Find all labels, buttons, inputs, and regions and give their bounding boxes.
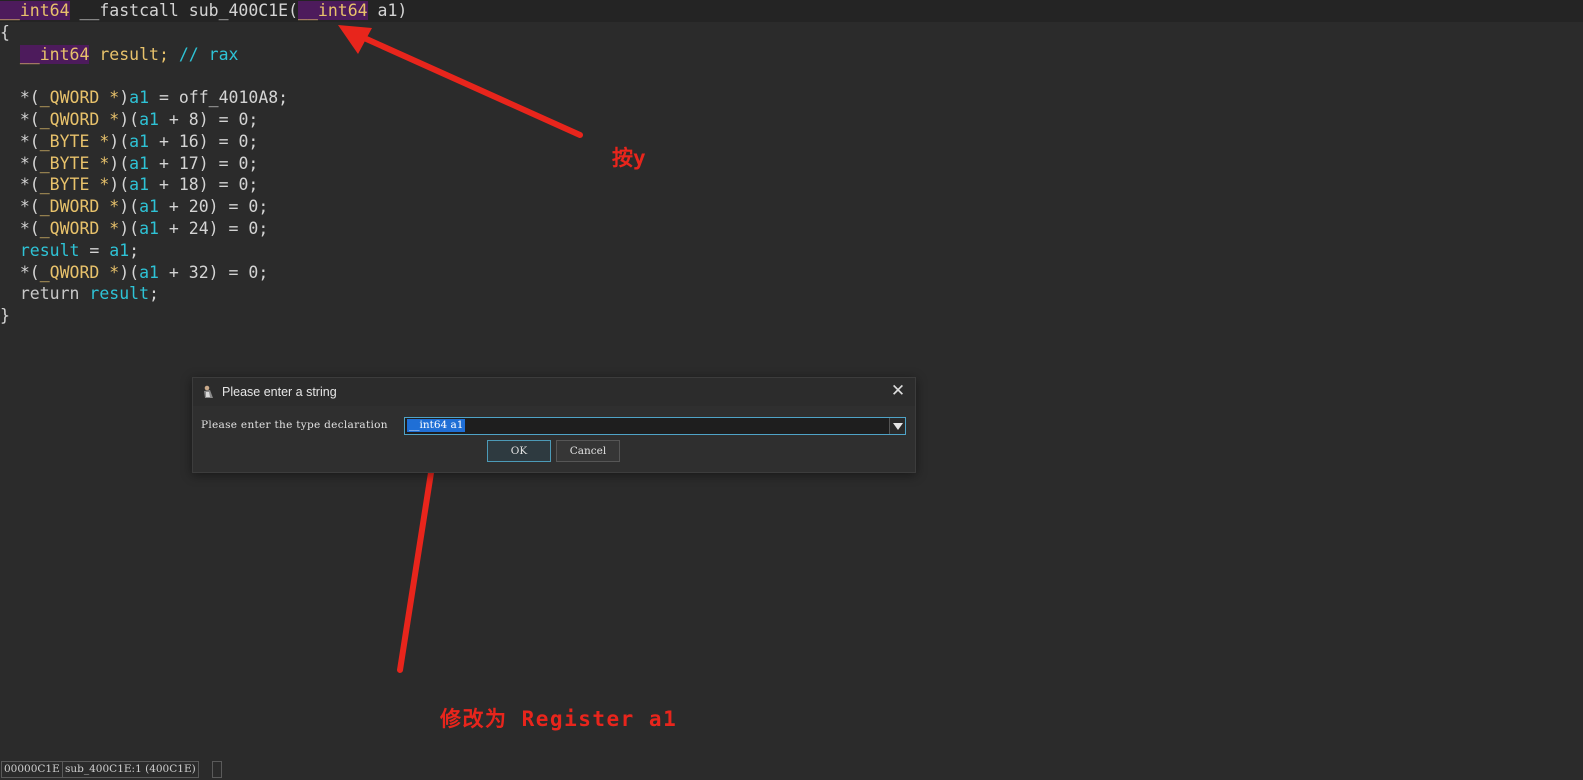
enter-string-dialog[interactable]: Please enter a string ✕ Please enter the… [192,377,916,473]
status-location: sub_400C1E:1 (400C1E) [62,761,199,778]
dialog-title: Please enter a string [222,385,337,399]
status-address: 00000C1E [1,761,63,778]
arrow-to-signature [338,25,583,138]
status-empty-segment [212,761,222,778]
annotation-press-y: 按y [612,146,646,170]
chevron-down-icon [893,423,903,430]
close-icon[interactable]: ✕ [889,382,907,400]
ok-button[interactable]: OK [487,440,551,462]
status-bar: 00000C1E sub_400C1E:1 (400C1E) [0,756,1583,780]
ida-icon [204,385,213,398]
type-declaration-input[interactable]: __int64 a1 [407,419,466,432]
dropdown-button[interactable] [889,418,905,434]
type-declaration-label: Please enter the type declaration [201,419,388,431]
annotation-change-to: 修改为 Register a1 [440,707,678,731]
dialog-titlebar[interactable]: Please enter a string ✕ [193,378,915,406]
cancel-button[interactable]: Cancel [556,440,620,462]
type-declaration-combobox[interactable]: __int64 a1 [404,417,906,435]
